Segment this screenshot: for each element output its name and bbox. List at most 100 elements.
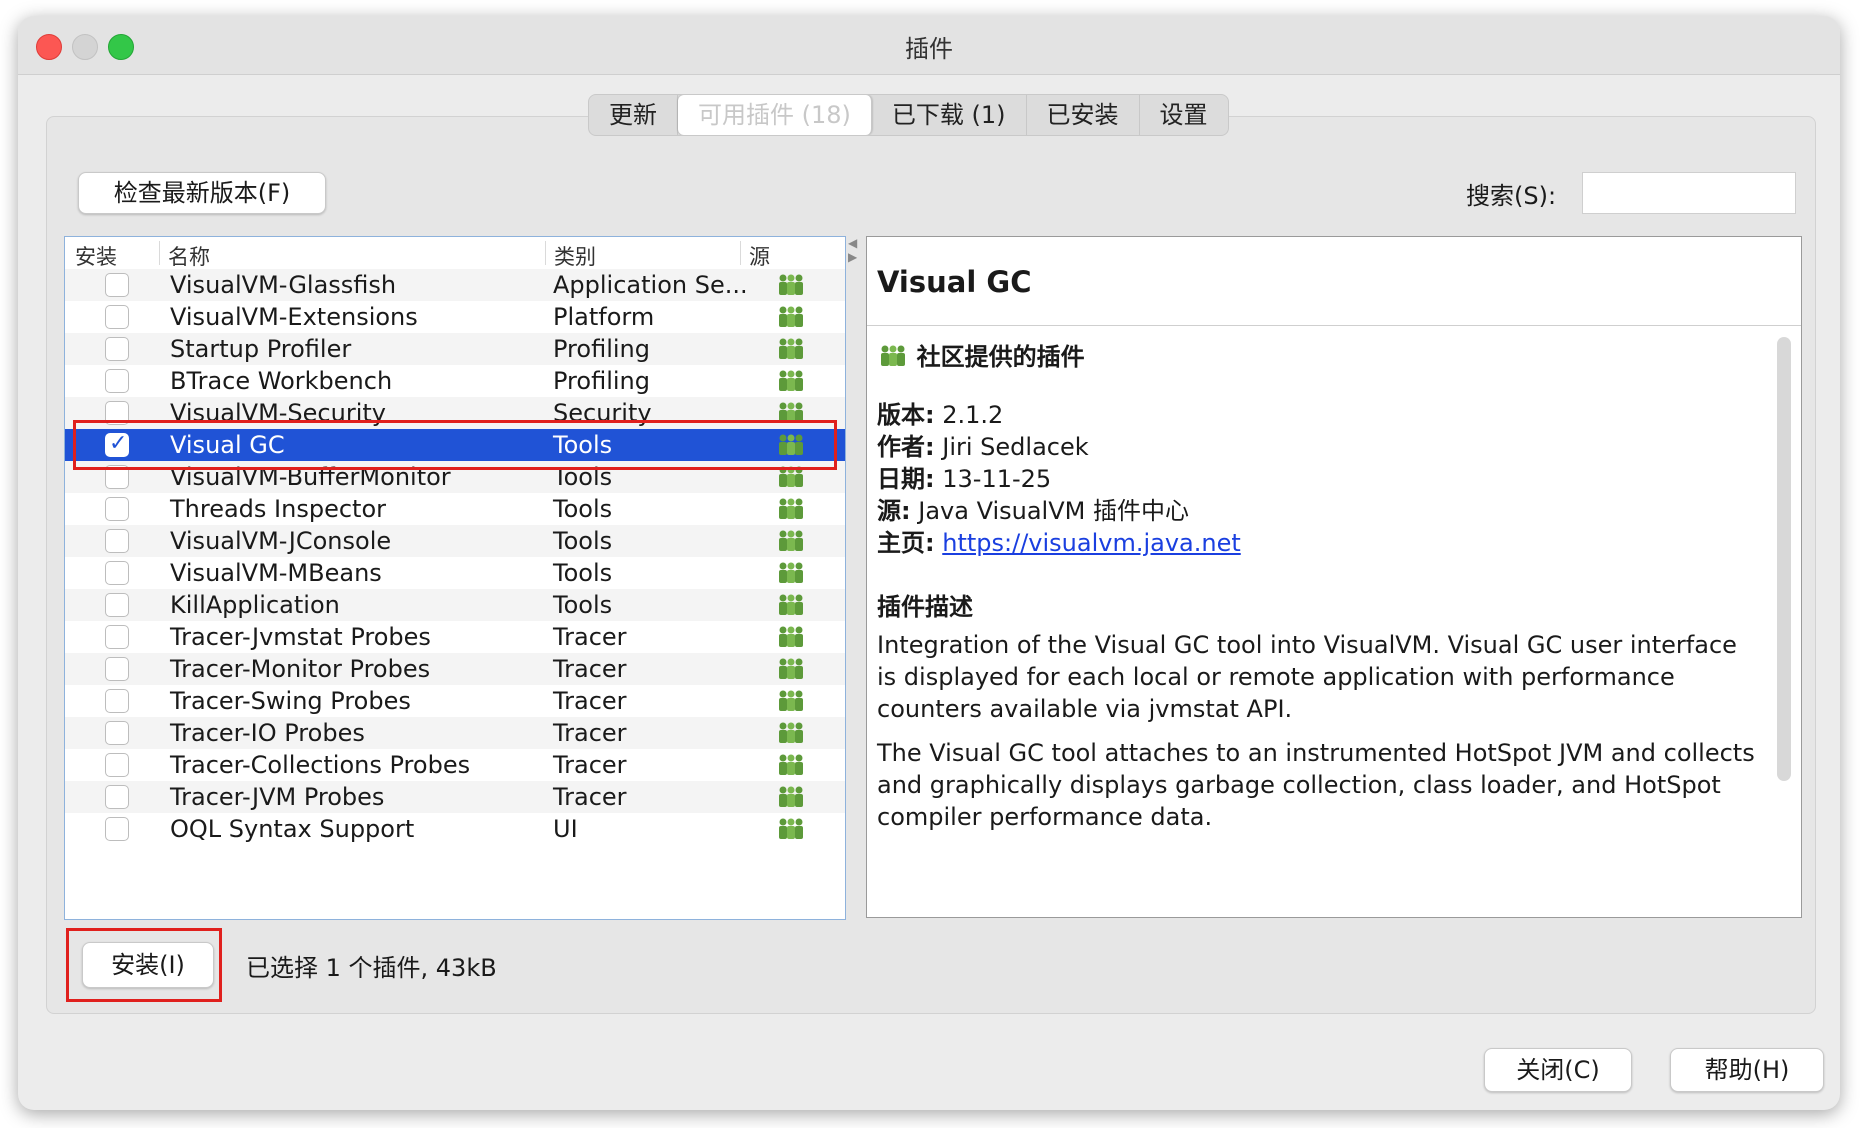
install-checkbox[interactable] [105,625,129,649]
install-checkbox[interactable] [105,753,129,777]
window-title: 插件 [905,35,953,63]
column-install[interactable]: 安装 [75,241,117,271]
community-source-icon [775,721,807,745]
install-checkbox[interactable] [105,817,129,841]
community-source-icon [775,305,807,329]
community-people-icon [881,345,905,366]
table-row[interactable]: VisualVM-JConsole Tools [65,525,845,557]
table-row[interactable]: Tracer-Monitor Probes Tracer [65,653,845,685]
table-row[interactable]: VisualVM-Security Security [65,397,845,429]
plugin-name: VisualVM-BufferMonitor [170,463,451,491]
tab-4[interactable]: 设置 [1140,95,1228,135]
split-arrows[interactable]: ◀ ▶ [848,236,860,264]
author-line: 作者: Jiri Sedlacek [877,433,1089,461]
source-line: 源: Java VisualVM 插件中心 [877,497,1189,525]
install-checkbox[interactable] [105,561,129,585]
details-header: Visual GC [867,237,1801,326]
install-checkbox[interactable] [105,593,129,617]
homepage-link[interactable]: https://visualvm.java.net [942,529,1241,557]
table-row[interactable]: Visual GC Tools [65,429,845,461]
plugin-category: Tracer [553,687,627,715]
plugin-category: Tracer [553,783,627,811]
community-source-icon [775,593,807,617]
plugin-name: Tracer-Collections Probes [170,751,471,779]
community-source-icon [775,369,807,393]
install-checkbox[interactable] [105,369,129,393]
table-row[interactable]: Tracer-Swing Probes Tracer [65,685,845,717]
plugin-details-panel: Visual GC 社区提供的插件 版本: 2.1.2 作者: Jiri Sed… [866,236,1802,918]
community-source-icon [775,337,807,361]
selection-status: 已选择 1 个插件, 43kB [246,954,497,982]
table-row[interactable]: Tracer-IO Probes Tracer [65,717,845,749]
search-input[interactable] [1582,172,1796,214]
install-checkbox[interactable] [105,401,129,425]
install-checkbox[interactable] [105,689,129,713]
table-row[interactable]: VisualVM-Glassfish Application Se... [65,269,845,301]
install-checkbox[interactable] [105,529,129,553]
table-row[interactable]: Tracer-Jvmstat Probes Tracer [65,621,845,653]
table-row[interactable]: Startup Profiler Profiling [65,333,845,365]
description-paragraph-1: Integration of the Visual GC tool into V… [877,631,1737,723]
install-checkbox[interactable] [105,305,129,329]
community-source-icon [775,273,807,297]
plugin-category: Tools [553,591,613,619]
community-source-icon [775,561,807,585]
community-source-icon [775,433,807,457]
table-row[interactable]: Threads Inspector Tools [65,493,845,525]
table-row[interactable]: VisualVM-Extensions Platform [65,301,845,333]
table-row[interactable]: VisualVM-BufferMonitor Tools [65,461,845,493]
tab-1[interactable]: 可用插件 (18) [678,95,872,135]
plugin-category: Tools [553,527,613,555]
table-row[interactable]: OQL Syntax Support UI [65,813,845,845]
help-button[interactable]: 帮助(H) [1670,1048,1824,1092]
provider-text: 社区提供的插件 [916,343,1085,371]
install-checkbox[interactable] [105,721,129,745]
close-button[interactable]: 关闭(C) [1484,1048,1632,1092]
title-bar: 插件 [18,16,1840,75]
install-checkbox[interactable] [105,273,129,297]
table-row[interactable]: Tracer-Collections Probes Tracer [65,749,845,781]
community-source-icon [775,689,807,713]
plugin-name: Tracer-JVM Probes [170,783,385,811]
plugin-name: VisualVM-Security [170,399,386,427]
plugins-table: 安装 名称 类别 源 VisualVM-Glassfish Application… [64,236,846,920]
check-updates-button[interactable]: 检查最新版本(F) [78,172,326,214]
column-name[interactable]: 名称 [159,241,210,269]
install-checkbox[interactable] [105,337,129,361]
plugin-category: Security [553,399,652,427]
table-row[interactable]: BTrace Workbench Profiling [65,365,845,397]
community-source-icon [775,753,807,777]
plugin-category: Tools [553,431,613,459]
install-checkbox[interactable] [105,431,129,457]
plugin-name: VisualVM-MBeans [170,559,382,587]
plugin-category: Tracer [553,751,627,779]
plugin-name: Tracer-IO Probes [170,719,365,747]
tab-2[interactable]: 已下载 (1) [872,95,1027,135]
column-source[interactable]: 源 [740,241,770,269]
community-source-icon [775,401,807,425]
plugin-category: Tools [553,463,613,491]
plugin-category: Platform [553,303,655,331]
install-checkbox[interactable] [105,657,129,681]
plugin-name: BTrace Workbench [170,367,393,395]
install-checkbox[interactable] [105,785,129,809]
table-row[interactable]: Tracer-JVM Probes Tracer [65,781,845,813]
plugin-name: Tracer-Swing Probes [170,687,411,715]
table-row[interactable]: VisualVM-MBeans Tools [65,557,845,589]
details-scrollbar[interactable] [1777,337,1791,781]
date-line: 日期: 13-11-25 [877,465,1052,493]
provider-line: 社区提供的插件 [877,337,1085,372]
plugin-name: Tracer-Monitor Probes [170,655,431,683]
plugin-category: Application Se... [553,271,748,299]
table-row[interactable]: KillApplication Tools [65,589,845,621]
install-checkbox[interactable] [105,497,129,521]
install-button[interactable]: 安装(I) [82,942,214,988]
column-category[interactable]: 类别 [545,241,596,269]
plugin-name: OQL Syntax Support [170,815,415,843]
plugin-category: Tracer [553,655,627,683]
tab-0[interactable]: 更新 [589,95,678,135]
install-checkbox[interactable] [105,465,129,489]
tab-3[interactable]: 已安装 [1027,95,1140,135]
community-source-icon [775,785,807,809]
plugin-category: UI [553,815,578,843]
